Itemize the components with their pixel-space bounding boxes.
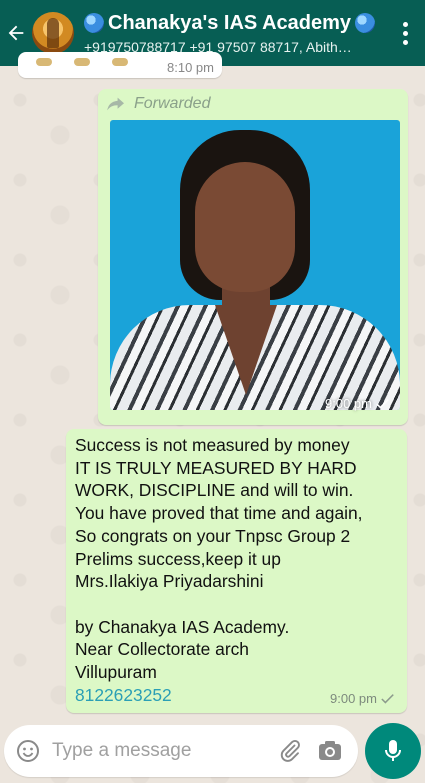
emoji-button[interactable] xyxy=(4,725,52,777)
more-vert-icon[interactable] xyxy=(385,0,425,66)
single-check-icon xyxy=(381,693,394,704)
globe-icon xyxy=(355,13,376,33)
mic-icon xyxy=(385,740,401,761)
message-line: So congrats on your Tnpsc Group 2 xyxy=(75,525,351,546)
message-line: You have proved that time and again, xyxy=(75,503,363,524)
forward-icon xyxy=(107,97,124,111)
message-time: 9:00 pm xyxy=(330,691,377,706)
message-line: WORK, DISCIPLINE and will to win. xyxy=(75,480,354,501)
mic-button[interactable] xyxy=(365,723,421,779)
message-line: Near Collectorate arch xyxy=(75,639,249,660)
text-message-bubble[interactable]: Success is not measured by money IT IS T… xyxy=(66,429,407,713)
forwarded-indicator: Forwarded xyxy=(106,95,210,113)
message-line: Prelims success,keep it up xyxy=(75,548,281,569)
globe-icon xyxy=(84,13,104,33)
compose-bar xyxy=(4,725,358,777)
chat-title: Chanakya's IAS Academy xyxy=(108,11,352,34)
emoji-icon xyxy=(17,740,39,762)
shared-photo[interactable] xyxy=(110,120,400,410)
message-line: Mrs.Ilakiya Priyadarshini xyxy=(75,571,264,592)
text-timestamp: 9:00 pm xyxy=(330,691,395,706)
message-input[interactable] xyxy=(52,740,270,762)
group-avatar[interactable] xyxy=(32,12,74,54)
attach-button[interactable] xyxy=(270,725,310,777)
header-title-area[interactable]: Chanakya's IAS Academy +919750788717 +91… xyxy=(84,12,385,55)
camera-button[interactable] xyxy=(310,725,350,777)
back-arrow-icon xyxy=(8,25,24,41)
message-line: Success is not measured by money xyxy=(75,435,350,455)
emoji-row xyxy=(36,58,128,66)
attach-icon xyxy=(280,739,300,762)
image-message-bubble[interactable]: Forwarded 9:00 pm xyxy=(98,89,408,425)
previous-message-bubble[interactable]: 8:10 pm xyxy=(18,52,222,78)
image-timestamp: 9:00 pm xyxy=(325,396,390,411)
message-line xyxy=(75,593,399,616)
forwarded-label: Forwarded xyxy=(134,95,211,112)
camera-icon xyxy=(319,741,341,760)
message-time: 8:10 pm xyxy=(167,60,214,75)
message-line: IT IS TRULY MEASURED BY HARD xyxy=(75,457,357,478)
message-time: 9:00 pm xyxy=(325,396,372,411)
single-check-icon xyxy=(376,398,389,409)
message-line: by Chanakya IAS Academy. xyxy=(75,616,290,637)
message-line: Villupuram xyxy=(75,662,157,683)
